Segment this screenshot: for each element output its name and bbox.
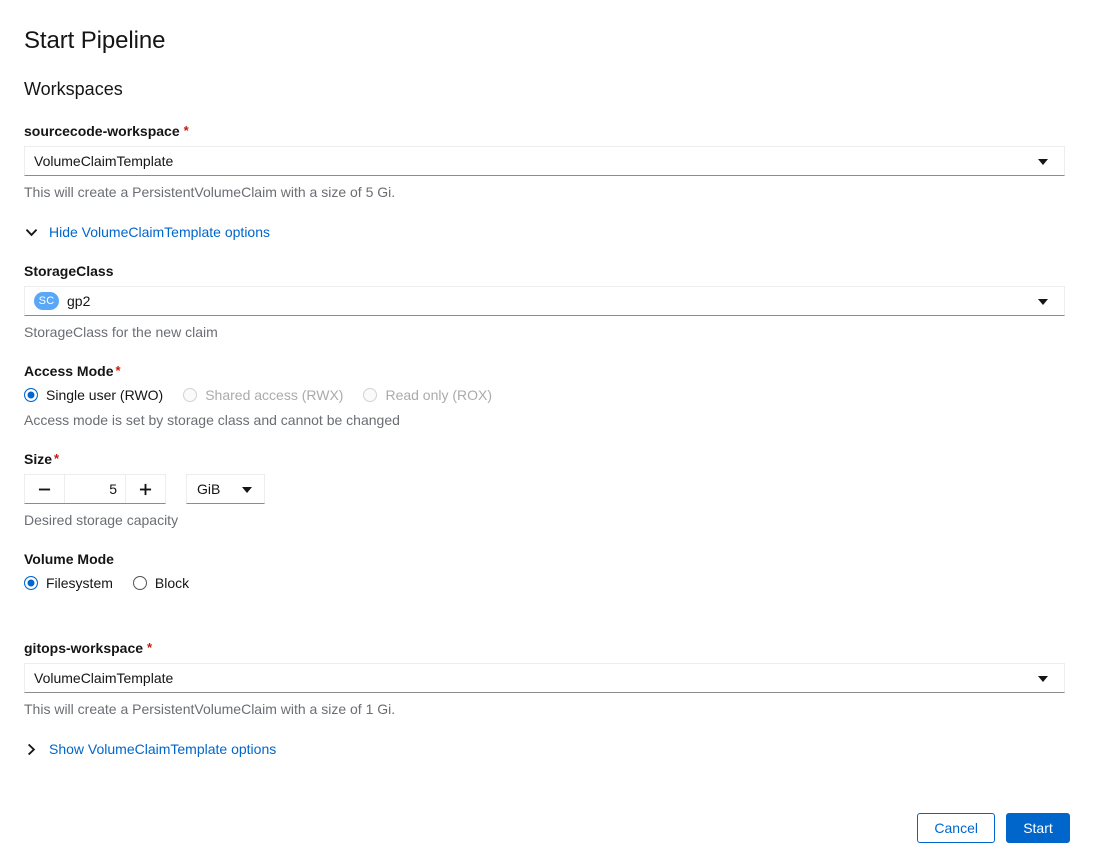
access-mode-label: Access Mode * [24,363,121,379]
size-field: Size* GiB Desired [24,450,1069,529]
storageclass-value: gp2 [67,293,91,309]
radio-indicator [24,388,38,402]
radio-indicator [132,576,147,590]
expandable-toggle-label: Hide VolumeClaimTemplate options [49,224,270,240]
workspace-type-select-sourcecode[interactable]: VolumeClaimTemplate [24,146,1065,176]
workspace-type-select-gitops[interactable]: VolumeClaimTemplate [24,663,1065,693]
volume-mode-radio-block[interactable]: Block [132,574,190,592]
storageclass-field: StorageClass SC gp2 StorageClass for the… [24,262,1069,341]
storageclass-helper-text: StorageClass for the new claim [24,324,218,340]
chevron-down-icon [24,225,38,239]
chevron-down-icon [242,487,252,493]
workspace-sourcecode-workspace: sourcecode-workspace * VolumeClaimTemplat… [24,122,1069,201]
required-asterisk: * [147,640,153,655]
required-asterisk: * [115,363,121,378]
size-decrement-button[interactable] [25,475,64,503]
cancel-button[interactable]: Cancel [917,812,995,843]
size-helper-text: Desired storage capacity [24,512,179,528]
size-label: Size * [24,451,60,467]
chevron-down-icon [1038,676,1048,682]
size-stepper [24,474,166,504]
chevron-right-icon [24,742,38,756]
access-mode-helper-text: Access mode is set by storage class and … [24,412,400,428]
size-increment-button[interactable] [126,475,165,503]
access-mode-radio-label: Read only (ROX) [385,387,493,403]
volume-mode-field: Volume Mode Filesystem Block [24,550,1069,592]
start-pipeline-modal: Start Pipeline Workspaces sourcecode-wor… [0,0,1093,855]
workspace-helper-text: This will create a PersistentVolumeClaim… [24,701,396,717]
start-button[interactable]: Start [1006,812,1070,843]
storageclass-badge-icon: SC [34,292,59,310]
volume-mode-radio-filesystem[interactable]: Filesystem [24,574,113,592]
expandable-toggle-label: Show VolumeClaimTemplate options [49,741,277,757]
chevron-down-icon [1038,159,1048,165]
access-mode-radio-rwx[interactable]: Shared access (RWX) [183,386,343,404]
size-unit-value: GiB [197,481,221,497]
workspace-name-label: gitops-workspace * [24,640,153,656]
workspaces-section-title: Workspaces [24,79,123,99]
access-mode-radio-rox[interactable]: Read only (ROX) [363,386,492,404]
workspace-type-value: VolumeClaimTemplate [34,670,174,686]
required-asterisk: * [183,123,189,138]
access-mode-radio-group: Single user (RWO) Shared access (RWX) Re… [24,386,1069,404]
access-mode-radio-label: Shared access (RWX) [205,387,344,403]
access-mode-radio-rwo[interactable]: Single user (RWO) [24,386,163,404]
volume-mode-radio-label: Filesystem [46,575,113,591]
workspace-name-label: sourcecode-workspace * [24,123,189,139]
workspace-gitops-workspace: gitops-workspace * VolumeClaimTemplate Th… [24,639,1069,718]
radio-indicator [24,576,38,590]
volume-mode-radio-group: Filesystem Block [24,574,1069,592]
size-unit-select[interactable]: GiB [186,474,265,504]
storageclass-label: StorageClass [24,263,114,279]
size-input[interactable] [65,475,125,503]
modal-footer: Cancel Start [0,800,1093,855]
radio-indicator [183,388,198,402]
workspace-helper-text: This will create a PersistentVolumeClaim… [24,184,396,200]
access-mode-radio-label: Single user (RWO) [46,387,164,403]
chevron-down-icon [1038,299,1048,305]
workspace-type-value: VolumeClaimTemplate [34,153,174,169]
form-scroll-area[interactable]: Start Pipeline Workspaces sourcecode-wor… [0,0,1093,800]
storageclass-select[interactable]: SC gp2 [24,286,1065,316]
show-volumeclaimtemplate-options-toggle[interactable]: Show VolumeClaimTemplate options [24,740,276,758]
volume-mode-radio-label: Block [154,575,190,591]
scroll-spacer [24,758,1069,800]
volume-mode-label: Volume Mode [24,551,114,567]
size-control-row: GiB [24,474,1069,504]
page-title: Start Pipeline [24,27,166,54]
radio-indicator [363,388,378,402]
access-mode-field: Access Mode * Single user (RWO) Shared ac… [24,362,1069,429]
required-asterisk: * [54,451,60,466]
hide-volumeclaimtemplate-options-toggle[interactable]: Hide VolumeClaimTemplate options [24,223,270,241]
